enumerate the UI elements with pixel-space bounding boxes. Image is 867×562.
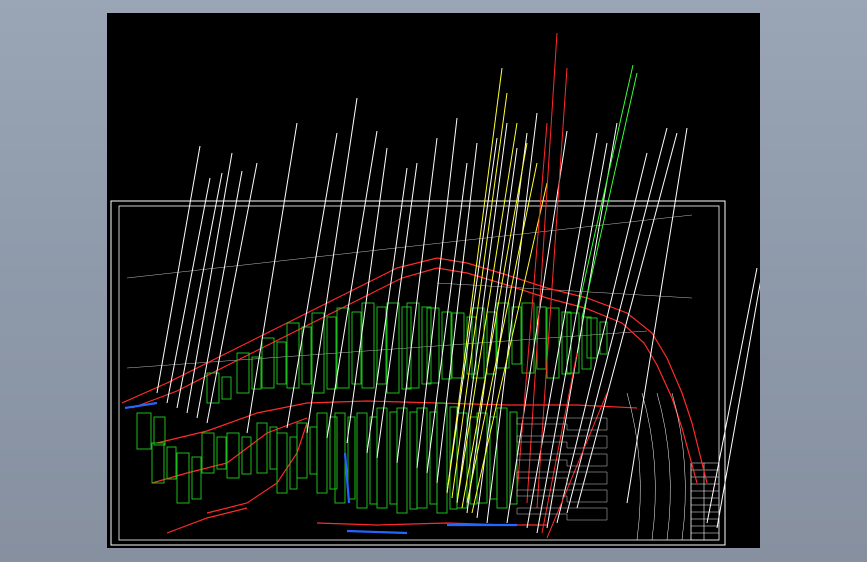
building-outline bbox=[276, 341, 287, 385]
building-outline bbox=[221, 376, 232, 400]
leader-line bbox=[206, 162, 258, 424]
building-outline bbox=[191, 456, 202, 500]
drawing-outer-frame bbox=[110, 200, 726, 546]
leader-line bbox=[581, 72, 638, 319]
leader-line bbox=[526, 132, 598, 529]
building-outline bbox=[276, 432, 288, 494]
site-plan-drawing bbox=[110, 32, 760, 546]
leader-line bbox=[451, 92, 508, 499]
leader-line bbox=[576, 132, 678, 509]
building-outline bbox=[509, 411, 518, 505]
building-outline bbox=[269, 426, 278, 470]
building-outline bbox=[369, 416, 378, 505]
building-outline bbox=[166, 446, 177, 480]
building-outline bbox=[241, 436, 252, 475]
building-outline bbox=[256, 422, 268, 474]
building-outline bbox=[151, 442, 165, 484]
leader-line bbox=[716, 281, 760, 529]
building-outline bbox=[406, 302, 420, 389]
leader-line bbox=[626, 127, 688, 504]
building-outline bbox=[496, 407, 508, 509]
building-outline bbox=[386, 302, 400, 394]
water-features bbox=[124, 401, 517, 535]
building-footprints bbox=[136, 302, 608, 514]
leader-line bbox=[326, 130, 378, 439]
road-curve bbox=[656, 392, 671, 541]
leader-line bbox=[446, 137, 498, 494]
adjacent-block-outline bbox=[516, 392, 686, 541]
leader-line bbox=[466, 162, 538, 504]
neighbour-building bbox=[516, 471, 608, 485]
building-outline bbox=[311, 312, 325, 394]
building-outline bbox=[329, 416, 338, 490]
building-outline bbox=[334, 412, 346, 504]
building-outline bbox=[586, 317, 598, 359]
building-outline bbox=[566, 312, 580, 374]
leader-line bbox=[541, 352, 578, 534]
building-outline bbox=[136, 412, 152, 450]
road-network bbox=[121, 257, 708, 534]
building-outline bbox=[336, 307, 350, 389]
building-outline bbox=[176, 452, 190, 504]
road-curve bbox=[671, 392, 686, 541]
road-curve bbox=[641, 392, 656, 541]
cad-drawing-viewport[interactable] bbox=[107, 13, 760, 548]
leader-line bbox=[156, 145, 201, 394]
building-outline bbox=[309, 426, 318, 475]
building-outline bbox=[436, 402, 448, 514]
building-outline bbox=[421, 306, 432, 385]
building-outline bbox=[599, 321, 608, 355]
building-outline bbox=[153, 416, 166, 446]
building-outline bbox=[546, 307, 560, 379]
building-outline bbox=[426, 307, 440, 384]
building-outline bbox=[389, 411, 398, 505]
leader-line bbox=[246, 122, 298, 434]
building-outline bbox=[206, 372, 220, 404]
leader-line bbox=[576, 64, 634, 314]
neighbour-building bbox=[516, 489, 608, 503]
building-outline bbox=[316, 412, 328, 494]
building-outline bbox=[356, 412, 368, 509]
building-outline bbox=[409, 411, 418, 510]
building-outline bbox=[296, 422, 308, 479]
leader-line bbox=[546, 392, 608, 539]
leader-line bbox=[706, 267, 758, 524]
road-curve bbox=[626, 392, 641, 541]
building-outline bbox=[451, 312, 465, 379]
building-outline bbox=[581, 316, 592, 370]
